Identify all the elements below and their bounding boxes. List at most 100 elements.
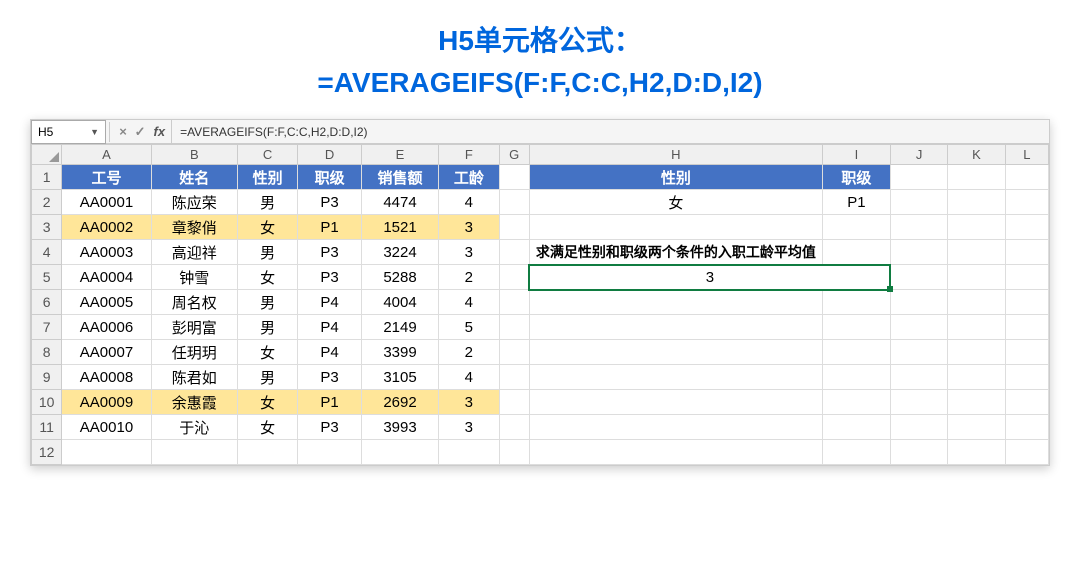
- cell-G12[interactable]: [499, 440, 529, 465]
- cell-L5[interactable]: [1005, 265, 1048, 290]
- cell-H8[interactable]: [529, 340, 822, 365]
- cell-C1[interactable]: 性别: [237, 165, 297, 190]
- cell-J10[interactable]: [890, 390, 947, 415]
- cell-D9[interactable]: P3: [298, 365, 362, 390]
- cell-K1[interactable]: [948, 165, 1005, 190]
- cell-J7[interactable]: [890, 315, 947, 340]
- cell-A7[interactable]: AA0006: [62, 315, 151, 340]
- col-header-A[interactable]: A: [62, 145, 151, 165]
- row-header-1[interactable]: 1: [32, 165, 62, 190]
- cell-G3[interactable]: [499, 215, 529, 240]
- cell-F3[interactable]: 3: [439, 215, 499, 240]
- cell-B5[interactable]: 钟雪: [151, 265, 237, 290]
- cell-F7[interactable]: 5: [439, 315, 499, 340]
- row-header-12[interactable]: 12: [32, 440, 62, 465]
- cell-F2[interactable]: 4: [439, 190, 499, 215]
- row-header-3[interactable]: 3: [32, 215, 62, 240]
- row-header-10[interactable]: 10: [32, 390, 62, 415]
- cell-A4[interactable]: AA0003: [62, 240, 151, 265]
- cell-L12[interactable]: [1005, 440, 1048, 465]
- cell-E12[interactable]: [361, 440, 438, 465]
- cell-C8[interactable]: 女: [237, 340, 297, 365]
- confirm-icon[interactable]: ✓: [135, 124, 146, 140]
- cell-F6[interactable]: 4: [439, 290, 499, 315]
- cell-K8[interactable]: [948, 340, 1005, 365]
- cell-L6[interactable]: [1005, 290, 1048, 315]
- col-header-G[interactable]: G: [499, 145, 529, 165]
- cell-I12[interactable]: [822, 440, 890, 465]
- cell-H3[interactable]: [529, 215, 822, 240]
- col-header-I[interactable]: I: [822, 145, 890, 165]
- cell-A8[interactable]: AA0007: [62, 340, 151, 365]
- cell-B3[interactable]: 章黎俏: [151, 215, 237, 240]
- cell-D8[interactable]: P4: [298, 340, 362, 365]
- col-header-L[interactable]: L: [1005, 145, 1048, 165]
- cell-D11[interactable]: P3: [298, 415, 362, 440]
- name-box[interactable]: H5 ▼: [31, 120, 106, 144]
- cell-H5[interactable]: 3: [529, 265, 890, 290]
- cell-J2[interactable]: [890, 190, 947, 215]
- cell-G1[interactable]: [499, 165, 529, 190]
- cell-K5[interactable]: [948, 265, 1005, 290]
- cell-F9[interactable]: 4: [439, 365, 499, 390]
- cell-A11[interactable]: AA0010: [62, 415, 151, 440]
- cell-K9[interactable]: [948, 365, 1005, 390]
- cell-L7[interactable]: [1005, 315, 1048, 340]
- row-header-8[interactable]: 8: [32, 340, 62, 365]
- cell-G4[interactable]: [499, 240, 529, 265]
- cell-H2[interactable]: 女: [529, 190, 822, 215]
- col-header-D[interactable]: D: [298, 145, 362, 165]
- cell-I8[interactable]: [822, 340, 890, 365]
- cell-E10[interactable]: 2692: [361, 390, 438, 415]
- cell-I6[interactable]: [822, 290, 890, 315]
- cell-L4[interactable]: [1005, 240, 1048, 265]
- cell-A6[interactable]: AA0005: [62, 290, 151, 315]
- cell-B12[interactable]: [151, 440, 237, 465]
- cell-G7[interactable]: [499, 315, 529, 340]
- cell-C5[interactable]: 女: [237, 265, 297, 290]
- cell-A1[interactable]: 工号: [62, 165, 151, 190]
- col-header-H[interactable]: H: [529, 145, 822, 165]
- cell-F4[interactable]: 3: [439, 240, 499, 265]
- cell-H11[interactable]: [529, 415, 822, 440]
- cell-J1[interactable]: [890, 165, 947, 190]
- row-header-5[interactable]: 5: [32, 265, 62, 290]
- cell-B9[interactable]: 陈君如: [151, 365, 237, 390]
- cell-E9[interactable]: 3105: [361, 365, 438, 390]
- cell-H4[interactable]: 求满足性别和职级两个条件的入职工龄平均值: [529, 240, 822, 265]
- cell-C6[interactable]: 男: [237, 290, 297, 315]
- col-header-F[interactable]: F: [439, 145, 499, 165]
- cell-C2[interactable]: 男: [237, 190, 297, 215]
- cell-C9[interactable]: 男: [237, 365, 297, 390]
- cell-D4[interactable]: P3: [298, 240, 362, 265]
- cell-K3[interactable]: [948, 215, 1005, 240]
- cell-E11[interactable]: 3993: [361, 415, 438, 440]
- cell-A2[interactable]: AA0001: [62, 190, 151, 215]
- cell-L11[interactable]: [1005, 415, 1048, 440]
- cell-D2[interactable]: P3: [298, 190, 362, 215]
- cell-F11[interactable]: 3: [439, 415, 499, 440]
- cell-K6[interactable]: [948, 290, 1005, 315]
- spreadsheet-grid[interactable]: ABCDEFGHIJKL1工号姓名性别职级销售额工龄性别职级2AA0001陈应荣…: [31, 144, 1049, 465]
- cell-F12[interactable]: [439, 440, 499, 465]
- cell-F1[interactable]: 工龄: [439, 165, 499, 190]
- cell-G2[interactable]: [499, 190, 529, 215]
- cell-K4[interactable]: [948, 240, 1005, 265]
- cell-J12[interactable]: [890, 440, 947, 465]
- cell-K10[interactable]: [948, 390, 1005, 415]
- cell-B8[interactable]: 任玥玥: [151, 340, 237, 365]
- cell-J4[interactable]: [890, 240, 947, 265]
- cell-H7[interactable]: [529, 315, 822, 340]
- formula-input[interactable]: =AVERAGEIFS(F:F,C:C,H2,D:D,I2): [171, 120, 1049, 143]
- cell-L2[interactable]: [1005, 190, 1048, 215]
- cell-H6[interactable]: [529, 290, 822, 315]
- cell-G10[interactable]: [499, 390, 529, 415]
- cell-E1[interactable]: 销售额: [361, 165, 438, 190]
- cell-L3[interactable]: [1005, 215, 1048, 240]
- row-header-7[interactable]: 7: [32, 315, 62, 340]
- cell-J5[interactable]: [890, 265, 947, 290]
- cell-E6[interactable]: 4004: [361, 290, 438, 315]
- cell-G6[interactable]: [499, 290, 529, 315]
- row-header-6[interactable]: 6: [32, 290, 62, 315]
- cell-D7[interactable]: P4: [298, 315, 362, 340]
